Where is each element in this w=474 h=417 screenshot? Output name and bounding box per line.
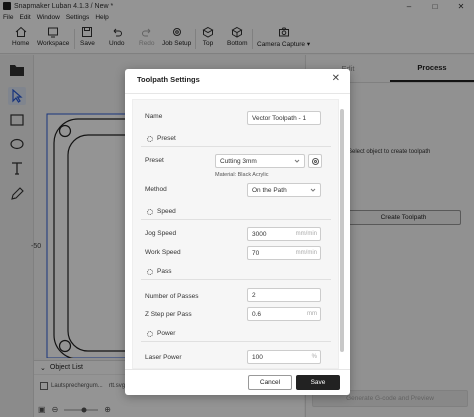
toolpath-settings-dialog: Toolpath Settings ✕ Name Vector Toolpath…	[125, 69, 350, 395]
preset-section-title: Preset	[157, 135, 176, 142]
z-step-value: 0.6	[252, 310, 262, 318]
section-divider	[141, 219, 331, 220]
gear-icon	[311, 157, 319, 165]
scrollbar-thumb[interactable]	[340, 109, 344, 352]
work-speed-unit: mm/min	[295, 250, 317, 256]
work-speed-field[interactable]: 70 mm/min	[247, 246, 321, 260]
passes-value: 2	[252, 291, 256, 299]
chevron-down-icon	[294, 159, 300, 163]
preset-select[interactable]: Cutting 3mm	[215, 154, 305, 168]
jog-speed-label: Jog Speed	[145, 230, 177, 237]
dialog-title: Toolpath Settings	[137, 75, 200, 84]
cancel-button[interactable]: Cancel	[248, 375, 292, 390]
material-text: Material: Black Acrylic	[215, 172, 269, 178]
jog-speed-unit: mm/min	[295, 231, 317, 237]
passes-field[interactable]: 2	[247, 288, 321, 302]
z-step-label: Z Step per Pass	[145, 311, 192, 318]
work-speed-value: 70	[252, 249, 260, 257]
z-step-unit: mm	[307, 311, 317, 317]
z-step-field[interactable]: 0.6 mm	[247, 307, 321, 321]
dialog-body: Name Vector Toolpath - 1 Preset Preset C…	[132, 99, 339, 369]
section-divider	[141, 341, 331, 342]
power-section-header: Power	[147, 330, 175, 337]
jog-speed-field[interactable]: 3000 mm/min	[247, 227, 321, 241]
jog-speed-value: 3000	[252, 230, 267, 238]
pass-section-header: Pass	[147, 268, 171, 275]
pass-section-title: Pass	[157, 268, 172, 275]
preset-value: Cutting 3mm	[220, 157, 257, 165]
dialog-scrollbar[interactable]	[339, 99, 345, 369]
method-select[interactable]: On the Path	[247, 183, 321, 197]
method-value: On the Path	[252, 186, 287, 194]
preset-label: Preset	[145, 157, 164, 164]
preset-settings-button[interactable]	[308, 154, 322, 168]
gear-icon	[147, 208, 153, 215]
work-speed-label: Work Speed	[145, 249, 181, 256]
laser-power-label: Laser Power	[145, 354, 182, 361]
dialog-footer: Cancel Save	[125, 369, 350, 395]
dialog-divider	[125, 93, 350, 94]
gear-icon	[147, 330, 153, 337]
section-divider	[141, 146, 331, 147]
method-label: Method	[145, 186, 167, 193]
name-field[interactable]: Vector Toolpath - 1	[247, 111, 321, 125]
laser-power-field[interactable]: 100 %	[247, 350, 321, 364]
close-icon[interactable]: ✕	[332, 73, 340, 84]
preset-section-header: Preset	[147, 135, 176, 142]
laser-power-unit: %	[311, 354, 317, 360]
power-section-title: Power	[157, 330, 176, 337]
passes-label: Number of Passes	[145, 293, 199, 300]
save-toolpath-button[interactable]: Save	[296, 375, 340, 390]
gear-icon	[147, 135, 153, 142]
speed-section-title: Speed	[157, 208, 176, 215]
name-label: Name	[145, 113, 163, 120]
gear-icon	[147, 268, 153, 275]
speed-section-header: Speed	[147, 208, 176, 215]
section-divider	[141, 279, 331, 280]
laser-power-value: 100	[252, 353, 263, 361]
chevron-down-icon	[310, 188, 316, 192]
